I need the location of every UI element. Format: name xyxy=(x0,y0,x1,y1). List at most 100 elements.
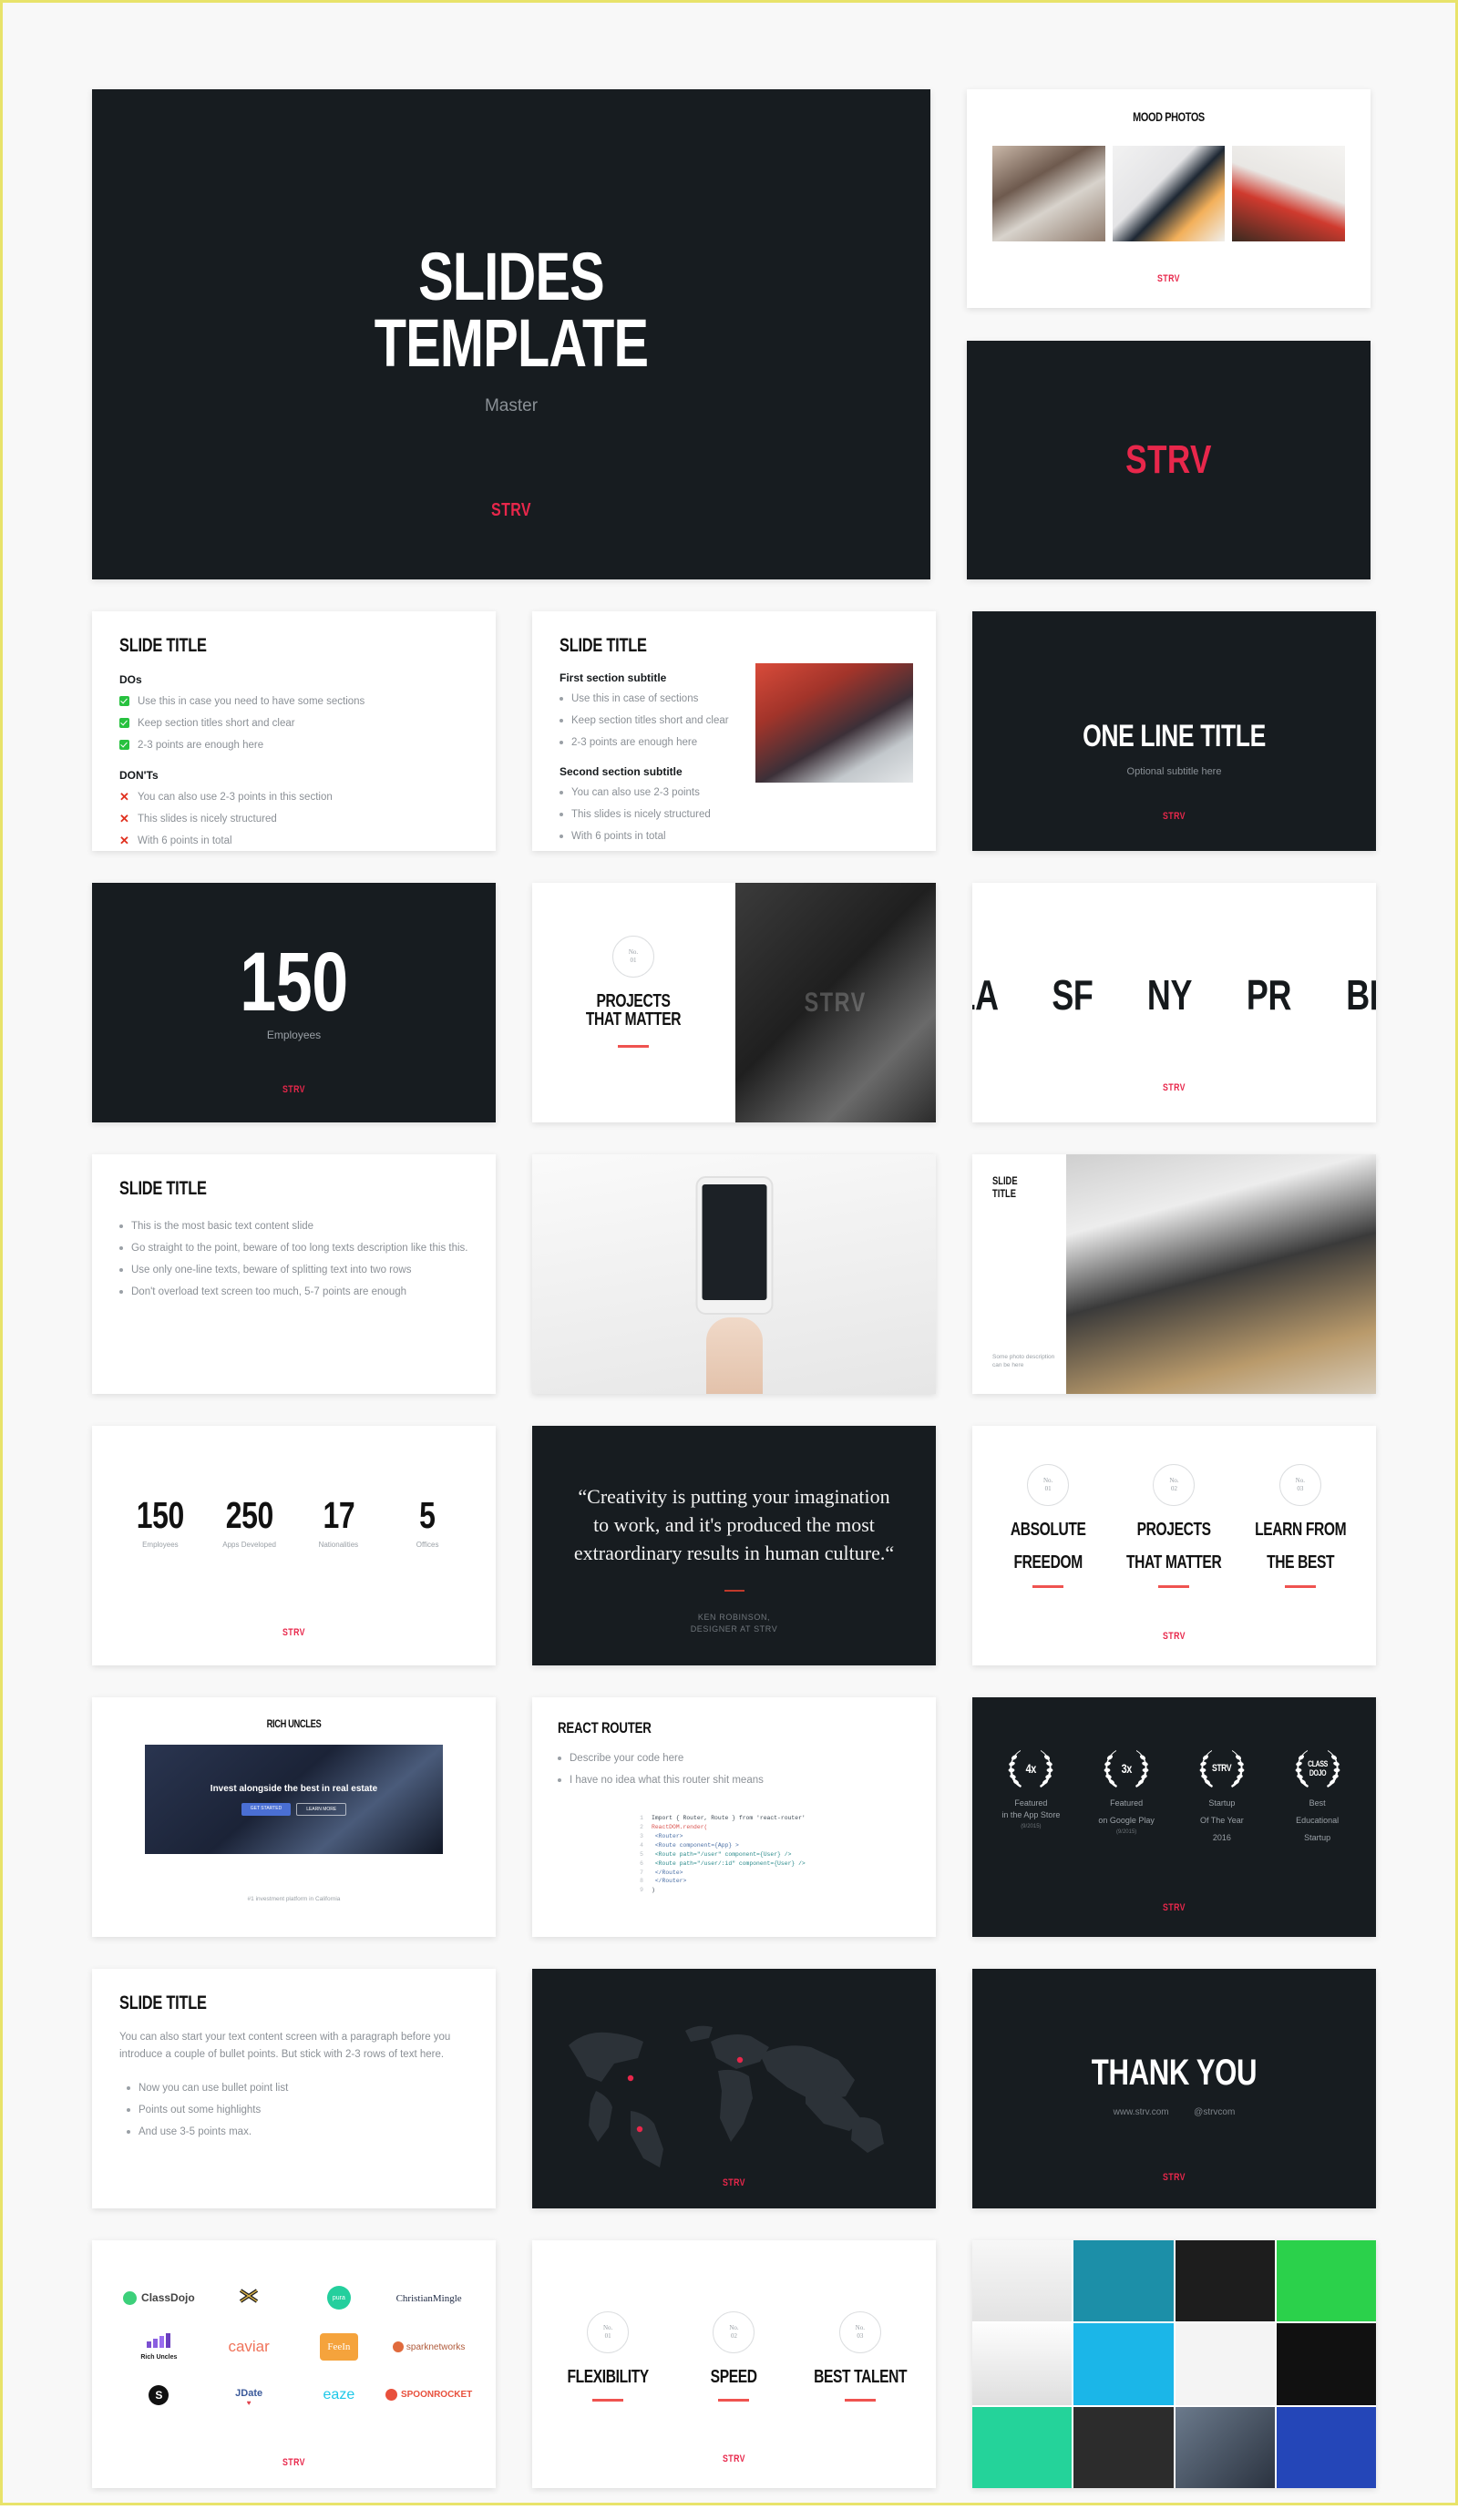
rich-uncles-cta-secondary[interactable]: LEARN MORE xyxy=(296,1802,347,1816)
slide-one-line-title[interactable]: ONE LINE TITLE Optional subtitle here ST… xyxy=(972,611,1376,851)
award-note: (9/2015) xyxy=(1021,1824,1042,1830)
feature-line2: THE BEST xyxy=(1266,1552,1334,1573)
strv-logo: STRV xyxy=(491,500,531,520)
bullet-icon xyxy=(119,1245,123,1250)
code-block: 1 Import { Router, Route } from 'react-ro… xyxy=(631,1814,806,1895)
slide-projects-that-matter[interactable]: No. 01 PROJECTS THAT MATTER STRV xyxy=(532,883,936,1122)
code-line: </Route> xyxy=(652,1869,683,1876)
basic-bullet-text: Don't overload text screen too much, 5-7… xyxy=(131,1286,407,1297)
bullet-icon xyxy=(127,2129,130,2134)
stat-item: 150 Employees xyxy=(116,1497,205,1550)
app-tile xyxy=(1073,2406,1174,2488)
slide-awards[interactable]: 4x Featured in the App Store (9/2015) 3x… xyxy=(972,1697,1376,1937)
slide-cities[interactable]: LA SF NY PR BR STRV xyxy=(972,883,1376,1122)
mood-photo-2 xyxy=(1112,146,1226,241)
list-item: Points out some highlights xyxy=(127,2102,468,2119)
thank-you-links: www.strv.com @strvcom xyxy=(972,2107,1376,2117)
slide-mood-photos[interactable]: MOOD PHOTOS STRV xyxy=(967,89,1371,308)
slide-hero[interactable]: SLIDES TEMPLATE Master STRV xyxy=(92,89,930,579)
photo-caption-text-wrap: Some photo description can be here xyxy=(992,1353,1058,1371)
bullet-icon xyxy=(558,1757,561,1760)
slide-values[interactable]: No. 01 FLEXIBILITY No. 02 SPEED No. 03 B… xyxy=(532,2240,936,2488)
feature-line2: THAT MATTER xyxy=(1126,1552,1222,1573)
rich-uncles-photo: Invest alongside the best in real estate… xyxy=(145,1745,443,1854)
basic-text-list: This is the most basic text content slid… xyxy=(119,1218,468,1301)
award-caption-1: Featured xyxy=(1014,1798,1048,1808)
client-logo-pura: pura xyxy=(326,2286,351,2310)
client-logo-label: JDate xyxy=(235,2388,263,2399)
slide-brand-logo[interactable]: STRV xyxy=(967,341,1371,579)
bullet-icon xyxy=(560,790,563,794)
client-logo-label: Rich Uncles xyxy=(140,2354,178,2361)
value-item: No. 03 BEST TALENT xyxy=(797,2311,923,2402)
section-item-text: 2-3 points are enough here xyxy=(571,736,698,748)
accent-rule xyxy=(718,2399,750,2402)
list-item: This is the most basic text content slid… xyxy=(119,1218,468,1235)
client-logo-label: SPOONROCKET xyxy=(400,2390,473,2401)
rich-uncles-hero-text: Invest alongside the best in real estate xyxy=(210,1783,378,1794)
slide-stats-four[interactable]: 150 Employees 250 Apps Developed 17 Nati… xyxy=(92,1426,496,1665)
number-badge: No. 01 xyxy=(612,936,654,978)
slides-template-page: SLIDES TEMPLATE Master STRV MOOD PHOTOS … xyxy=(3,3,1455,2503)
accent-rule xyxy=(1032,1584,1064,1588)
hero-subtitle: Master xyxy=(484,396,539,416)
row-4: SLIDE TITLE This is the most basic text … xyxy=(92,1154,1376,1394)
list-item: Use this in case of sections xyxy=(560,691,769,708)
list-item: Keep section titles short and clear xyxy=(119,715,468,732)
list-item: I have no idea what this router shit mea… xyxy=(558,1772,910,1789)
thank-you-handle[interactable]: @strvcom xyxy=(1194,2107,1235,2117)
feature-line1: PROJECTS xyxy=(1136,1520,1211,1540)
thank-you-website[interactable]: www.strv.com xyxy=(1114,2107,1169,2117)
slide-paragraph[interactable]: SLIDE TITLE You can also start your text… xyxy=(92,1969,496,2208)
thank-you-title: THANK YOU xyxy=(1091,2053,1258,2093)
section-item-text: With 6 points in total xyxy=(571,830,666,842)
slide-stat-big[interactable]: 150 Employees STRV xyxy=(92,883,496,1122)
badge-no-value: 02 xyxy=(730,2332,737,2340)
app-tile xyxy=(1073,2240,1174,2322)
slide-react-router[interactable]: REACT ROUTER Describe your code here I h… xyxy=(532,1697,936,1937)
spark-icon xyxy=(392,2341,404,2352)
mood-photo-1 xyxy=(992,146,1105,241)
slide-thank-you[interactable]: THANK YOU www.strv.com @strvcom STRV xyxy=(972,1969,1376,2208)
stat-item: 5 Offices xyxy=(383,1497,472,1550)
award-caption-2: Of The Year xyxy=(1199,1816,1244,1826)
slide-quote[interactable]: “Creativity is putting your imagination … xyxy=(532,1426,936,1665)
slide-dos-donts[interactable]: SLIDE TITLE DOs Use this in case you nee… xyxy=(92,611,496,851)
laurel-icon: 3x xyxy=(1096,1745,1156,1792)
list-item: ✕ You can also use 2-3 points in this sec… xyxy=(119,789,468,806)
badge-no-value: 02 xyxy=(1170,1485,1177,1492)
row-7: SLIDE TITLE You can also start your text… xyxy=(92,1969,1376,2208)
app-tile xyxy=(972,2240,1073,2322)
code-line: <Route component={App} > xyxy=(652,1841,739,1849)
slide-photo-caption[interactable]: SLIDE TITLE Some photo description can b… xyxy=(972,1154,1376,1394)
award-caption-1: Startup xyxy=(1208,1798,1236,1808)
slide-rich-uncles[interactable]: RICH UNCLES Invest alongside the best in… xyxy=(92,1697,496,1937)
city-la: LA xyxy=(972,971,999,1019)
app-tile xyxy=(1175,2406,1275,2488)
slide-clients[interactable]: ClassDojo pura ChristianMingle Rich Uncl… xyxy=(92,2240,496,2488)
rich-uncles-cta-primary[interactable]: GET STARTED xyxy=(241,1802,292,1816)
client-logo-label: caviar xyxy=(228,2338,270,2355)
badge-no-value: 03 xyxy=(857,2332,864,2340)
slide-sections[interactable]: SLIDE TITLE First section subtitle Use t… xyxy=(532,611,936,851)
dos-donts-title: SLIDE TITLE xyxy=(119,635,207,656)
slide-map[interactable]: STRV xyxy=(532,1969,936,2208)
section-item-text: You can also use 2-3 points xyxy=(571,786,700,798)
list-item: Go straight to the point, beware of too … xyxy=(119,1240,468,1257)
award-item: 3x Featured on Google Play (9/2015) xyxy=(1079,1745,1175,1844)
client-logo-christianmingle: ChristianMingle xyxy=(396,2290,462,2306)
slide-app-grid[interactable] xyxy=(972,2240,1376,2488)
slide-phone-photo[interactable] xyxy=(532,1154,936,1394)
client-logo-cross xyxy=(237,2287,261,2310)
dos-list: Use this in case you need to have some s… xyxy=(119,693,468,754)
check-icon xyxy=(119,739,129,750)
slide-basic-text[interactable]: SLIDE TITLE This is the most basic text … xyxy=(92,1154,496,1394)
rich-uncles-icon xyxy=(147,2333,171,2348)
slide-features[interactable]: No. 01 ABSOLUTE FREEDOM No. 02 PROJECTS … xyxy=(972,1426,1376,1665)
strv-logo-one-line: STRV xyxy=(1163,811,1186,822)
client-logo-richuncles: Rich Uncles xyxy=(140,2333,177,2361)
strv-logo-map: STRV xyxy=(723,2177,745,2188)
number-badge: No. 03 xyxy=(1278,1464,1321,1506)
react-router-title: REACT ROUTER xyxy=(558,1719,652,1736)
client-logo-grid: ClassDojo pura ChristianMingle Rich Uncl… xyxy=(114,2286,474,2406)
